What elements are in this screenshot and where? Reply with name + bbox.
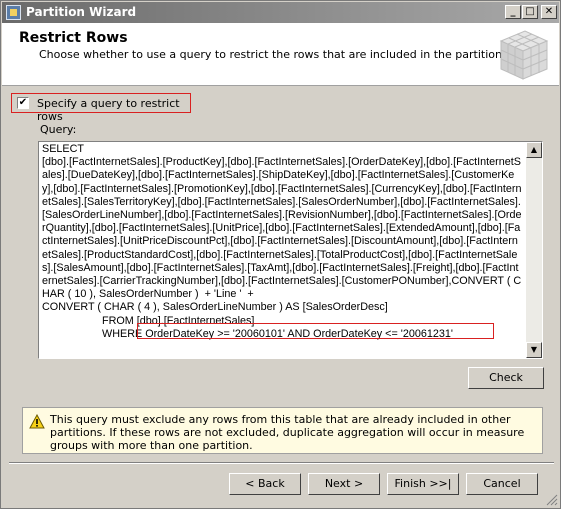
partition-wizard-icon	[6, 5, 21, 20]
restrict-rows-label[interactable]: Specify a query to restrict rows	[37, 97, 190, 123]
minimize-button[interactable]: _	[505, 5, 521, 19]
warning-text: This query must exclude any rows from th…	[50, 413, 525, 452]
page-title: Restrict Rows	[19, 30, 128, 46]
title-bar[interactable]: Partition Wizard _ □ ✕	[2, 2, 559, 23]
finish-button[interactable]: Finish >>|	[387, 473, 459, 495]
warning-icon	[29, 414, 45, 429]
restrict-rows-checkbox[interactable]: ✔	[17, 97, 29, 109]
resize-grip-icon[interactable]	[546, 494, 558, 506]
wizard-header: Restrict Rows Choose whether to use a qu…	[2, 23, 559, 86]
window-title: Partition Wizard	[26, 5, 137, 19]
warning-panel: This query must exclude any rows from th…	[22, 407, 543, 454]
query-label: Query:	[40, 123, 77, 136]
footer-separator	[9, 462, 554, 464]
cube-graphic	[499, 30, 549, 80]
restrict-rows-option[interactable]: ✔ Specify a query to restrict rows	[11, 93, 191, 123]
scroll-up-button[interactable]: ▲	[526, 142, 542, 158]
partition-wizard-window: Partition Wizard _ □ ✕ Restrict Rows Cho…	[0, 0, 561, 509]
close-button[interactable]: ✕	[541, 5, 557, 19]
check-button[interactable]: Check	[468, 367, 544, 389]
cancel-button[interactable]: Cancel	[466, 473, 538, 495]
page-description: Choose whether to use a query to restric…	[39, 48, 506, 61]
query-textarea[interactable]: SELECT [dbo].[FactInternetSales].[Produc…	[38, 141, 543, 359]
scroll-down-button[interactable]: ▼	[526, 342, 542, 358]
query-scrollbar[interactable]: ▲ ▼	[526, 142, 542, 358]
maximize-button[interactable]: □	[522, 5, 538, 19]
next-button[interactable]: Next >	[308, 473, 380, 495]
query-text[interactable]: SELECT [dbo].[FactInternetSales].[Produc…	[42, 143, 522, 341]
back-button[interactable]: < Back	[229, 473, 301, 495]
where-clause-highlight	[137, 323, 494, 339]
